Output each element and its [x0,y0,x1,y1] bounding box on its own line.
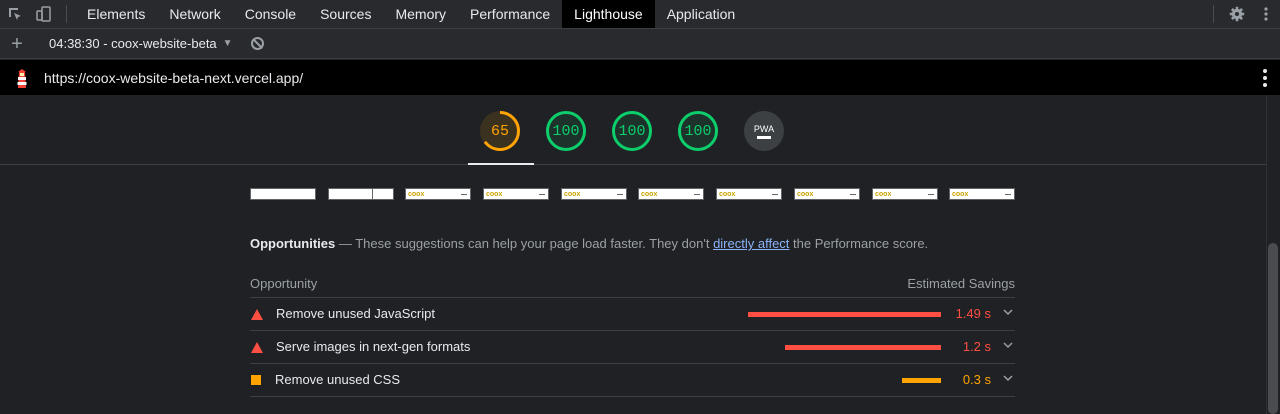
opportunities-description-end: the Performance score. [793,236,929,251]
clear-reports-icon[interactable] [250,37,264,50]
filmstrip-frame: coox [561,188,627,200]
opportunities-title: Opportunities [250,236,336,251]
active-category-underline [468,163,534,165]
report-select-label: 04:38:30 - coox-website-beta [49,36,217,51]
inspect-element-icon[interactable] [0,0,29,28]
chevron-down-icon[interactable] [1003,307,1013,317]
directly-affect-link[interactable]: directly affect [713,236,789,251]
filmstrip-frame [328,188,394,200]
lighthouse-report-bar: + 04:38:30 - coox-website-beta ▼ [0,29,1280,59]
chevron-down-icon[interactable] [1003,373,1013,383]
seo-gauge[interactable]: 100 [678,111,718,151]
more-options-icon[interactable] [1251,0,1280,28]
report-select[interactable]: 04:38:30 - coox-website-beta ▼ [49,36,233,51]
gear-icon[interactable] [1222,0,1251,28]
report-url: https://coox-website-beta-next.vercel.ap… [44,69,304,86]
new-report-icon[interactable]: + [0,30,34,58]
filmstrip-logo: coox [564,191,581,198]
toolbar-divider [66,5,67,23]
fail-triangle-icon [251,342,263,353]
filmstrip-logo: coox [486,191,503,198]
opportunity-label: Remove unused CSS [275,372,401,387]
column-opportunity: Opportunity [250,276,318,291]
filmstrip-logo: coox [719,191,736,198]
filmstrip-frame: coox [872,188,938,200]
gauge-arc [480,111,520,151]
opportunities-description: These suggestions can help your page loa… [355,236,710,251]
filmstrip-logo: coox [797,191,814,198]
filmstrip-frame: coox [483,188,549,200]
accessibility-score: 100 [552,122,580,140]
chevron-down-icon[interactable] [1003,340,1013,350]
accessibility-gauge[interactable]: 100 [546,111,586,151]
opportunity-row-unused-css[interactable]: Remove unused CSS 0.3 s [250,364,1015,397]
report-url-bar: https://coox-website-beta-next.vercel.ap… [0,60,1280,95]
report-menu-icon[interactable] [1250,68,1280,87]
caret-down-icon: ▼ [222,38,233,49]
opportunity-label: Remove unused JavaScript [276,306,435,321]
tab-network[interactable]: Network [157,0,232,28]
filmstrip-logo: coox [641,191,658,198]
tab-performance[interactable]: Performance [458,0,562,28]
best-practices-gauge[interactable]: 100 [612,111,652,151]
performance-gauge[interactable]: 65 [480,111,520,151]
tab-lighthouse[interactable]: Lighthouse [562,0,655,28]
savings-bar [748,312,941,317]
toolbar-divider-right [1213,5,1214,23]
score-header: 65 100 100 100 PWA [0,95,1266,165]
filmstrip-frame: coox [949,188,1015,200]
filmstrip-frame: coox [794,188,860,200]
best-practices-score: 100 [618,122,646,140]
pwa-badge-label: PWA [753,123,775,134]
average-square-icon [251,375,261,385]
tab-memory[interactable]: Memory [383,0,458,28]
devtools-toolbar: Elements Network Console Sources Memory … [0,0,1280,29]
tab-console[interactable]: Console [233,0,308,28]
opportunities-column-header: Opportunity Estimated Savings [250,276,1015,298]
filmstrip-logo: coox [952,191,969,198]
opportunity-savings: 1.49 s [955,306,991,321]
device-toolbar-icon[interactable] [29,0,58,28]
filmstrip: coox coox coox coox coox coox coox coox [250,188,1015,200]
filmstrip-frame [250,188,316,200]
filmstrip-frame: coox [405,188,471,200]
filmstrip-logo: coox [875,191,892,198]
pwa-gauge[interactable]: PWA [744,111,784,151]
opportunity-row-unused-js[interactable]: Remove unused JavaScript 1.49 s [250,298,1015,331]
opportunities-heading: Opportunities — These suggestions can he… [250,236,928,251]
fail-triangle-icon [251,309,263,320]
tab-elements[interactable]: Elements [75,0,157,28]
tab-application[interactable]: Application [655,0,748,28]
filmstrip-frame: coox [638,188,704,200]
scrollbar-thumb[interactable] [1268,243,1278,414]
savings-bar [902,378,941,383]
filmstrip-logo: coox [408,191,425,198]
seo-score: 100 [684,122,712,140]
column-estimated-savings: Estimated Savings [907,276,1015,291]
opportunity-savings: 1.2 s [962,339,991,354]
opportunity-savings: 0.3 s [962,372,991,387]
savings-bar [785,345,941,350]
lighthouse-logo-icon [0,68,44,88]
opportunity-row-next-gen-images[interactable]: Serve images in next-gen formats 1.2 s [250,331,1015,364]
opportunities-dash: — [338,236,352,251]
pwa-dash-icon [757,135,771,139]
tab-sources[interactable]: Sources [308,0,383,28]
filmstrip-frame: coox [716,188,782,200]
opportunity-label: Serve images in next-gen formats [276,339,471,354]
